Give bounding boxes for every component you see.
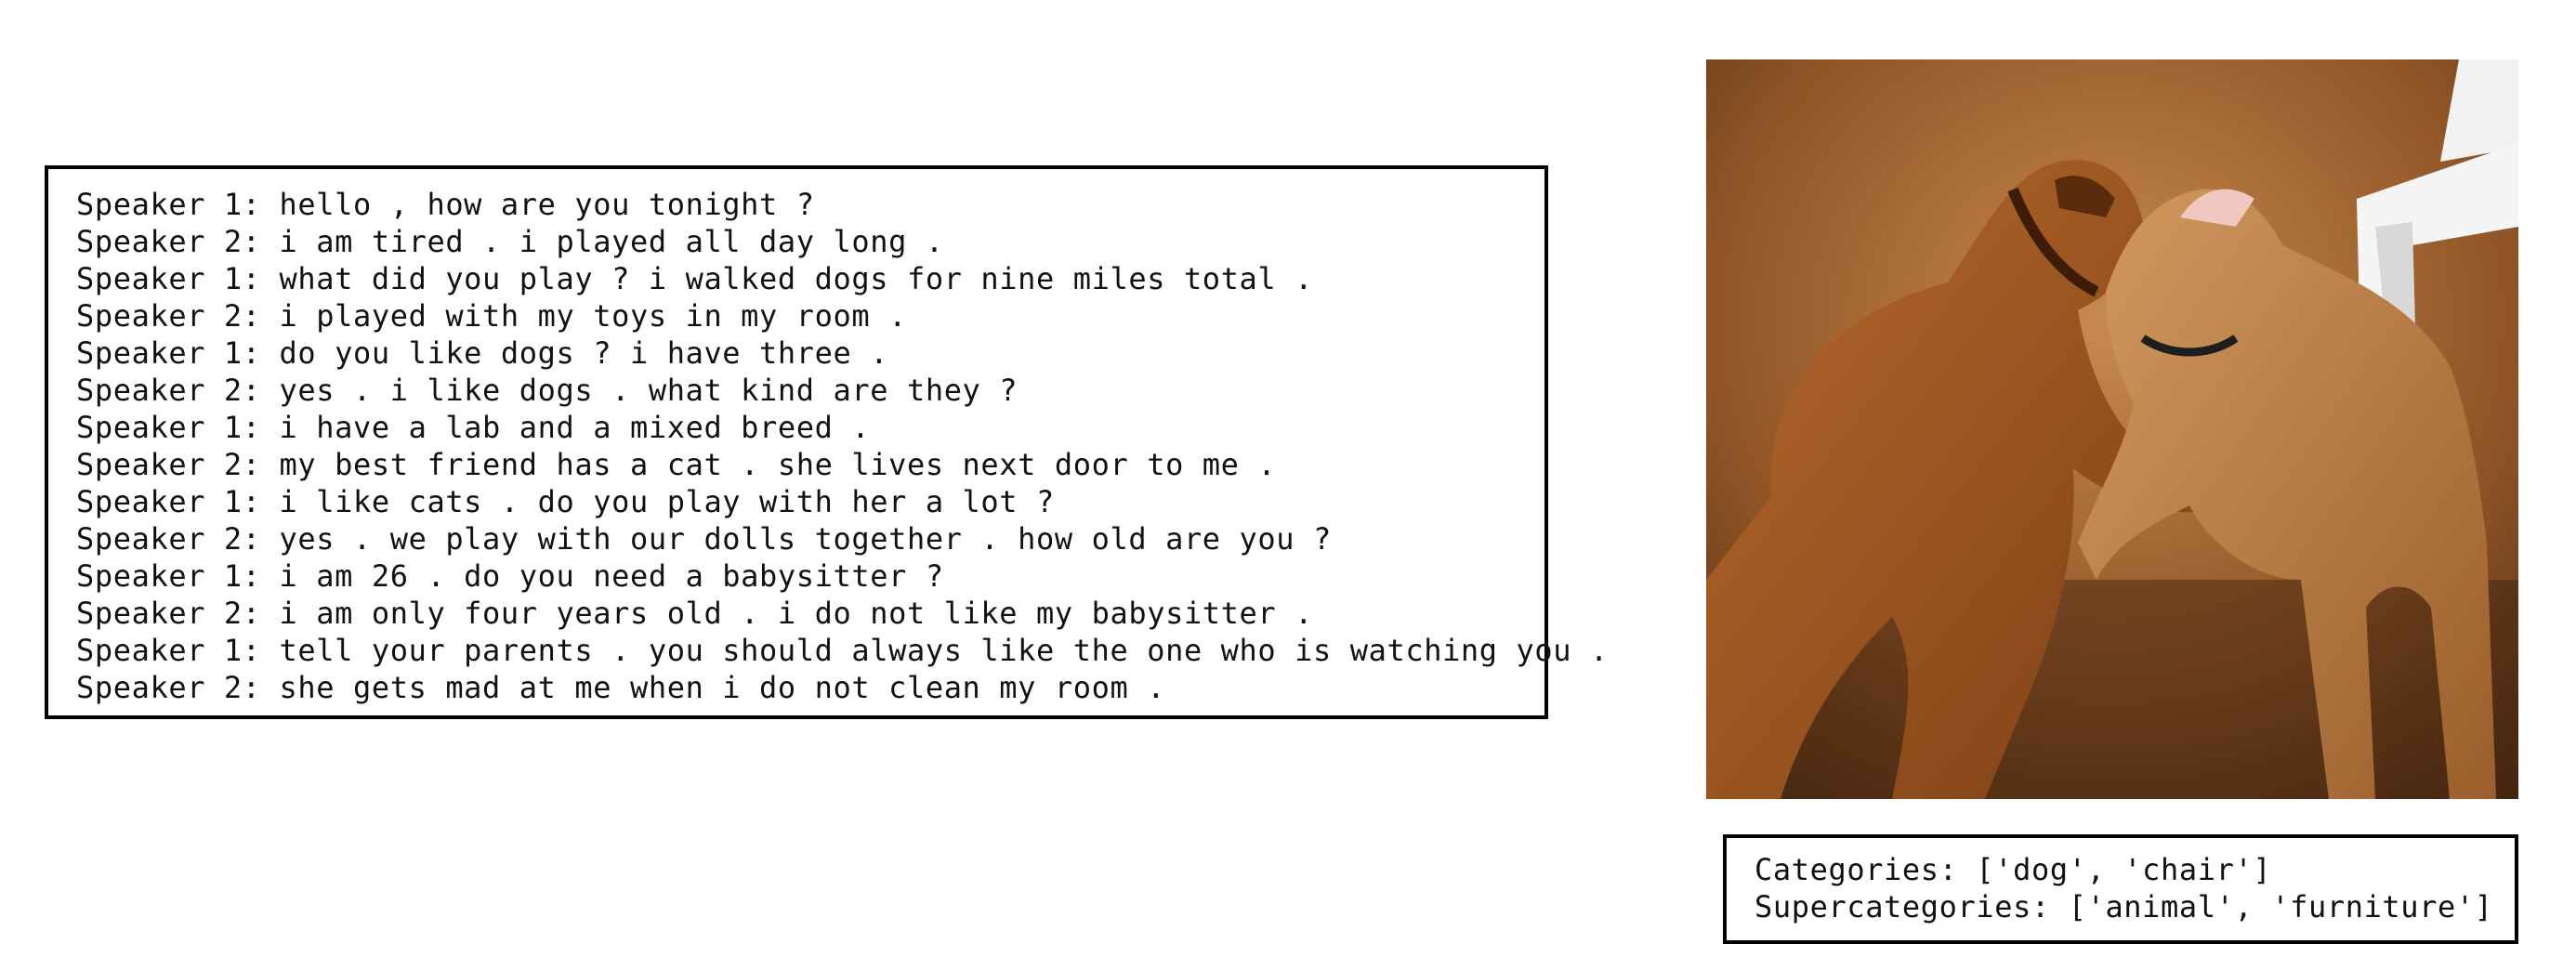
dialogue-box: Speaker 1: hello , how are you tonight ?…: [45, 165, 1608, 719]
utterance-text: i have a lab and a mixed breed .: [279, 410, 871, 445]
utterance-text: my best friend has a cat . she lives nex…: [279, 447, 1277, 482]
dialogue-line: Speaker 2: she gets mad at me when i do …: [76, 669, 1544, 706]
utterance-text: i played with my toys in my room .: [279, 298, 907, 334]
utterance-text: i am only four years old . i do not like…: [279, 596, 1314, 631]
utterance-text: tell your parents . you should always li…: [279, 633, 1609, 668]
dialogue-line: Speaker 1: hello , how are you tonight ?: [76, 186, 1544, 223]
dialogue-line: Speaker 1: i like cats . do you play wit…: [76, 483, 1544, 520]
dialogue-line: Speaker 1: i am 26 . do you need a babys…: [76, 557, 1544, 595]
dialogue-line: Speaker 2: my best friend has a cat . sh…: [76, 446, 1544, 483]
speaker-label: Speaker 2:: [76, 447, 261, 482]
utterance-text: do you like dogs ? i have three .: [279, 335, 889, 371]
speaker-label: Speaker 1:: [76, 187, 261, 222]
speaker-label: Speaker 1:: [76, 335, 261, 371]
utterance-text: i am 26 . do you need a babysitter ?: [279, 558, 944, 594]
utterance-text: i am tired . i played all day long .: [279, 224, 944, 259]
dialogue-line: Speaker 2: yes . i like dogs . what kind…: [76, 372, 1544, 409]
dialogue-line: Speaker 1: what did you play ? i walked …: [76, 260, 1544, 297]
utterance-text: she gets mad at me when i do not clean m…: [279, 670, 1166, 705]
speaker-label: Speaker 2:: [76, 298, 261, 334]
dog-photo: [1706, 59, 2518, 799]
utterance-text: i like cats . do you play with her a lot…: [279, 484, 1055, 519]
categories-box: Categories: ['dog', 'chair'] Supercatego…: [1723, 834, 2518, 944]
dialogue-line: Speaker 1: tell your parents . you shoul…: [76, 632, 1608, 669]
dialogue-line: Speaker 1: i have a lab and a mixed bree…: [76, 409, 1544, 446]
speaker-label: Speaker 1:: [76, 633, 261, 668]
dog-photo-illustration: [1706, 59, 2518, 799]
speaker-label: Speaker 1:: [76, 484, 261, 519]
speaker-label: Speaker 2:: [76, 670, 261, 705]
dialogue-line: Speaker 1: do you like dogs ? i have thr…: [76, 334, 1544, 372]
dialogue-line: Speaker 2: i am only four years old . i …: [76, 595, 1544, 632]
utterance-text: hello , how are you tonight ?: [279, 187, 815, 222]
utterance-text: what did you play ? i walked dogs for ni…: [279, 261, 1314, 296]
dialogue-line: Speaker 2: i played with my toys in my r…: [76, 297, 1544, 334]
speaker-label: Speaker 2:: [76, 596, 261, 631]
speaker-label: Speaker 1:: [76, 261, 261, 296]
speaker-label: Speaker 2:: [76, 373, 261, 408]
speaker-label: Speaker 2:: [76, 224, 261, 259]
utterance-text: yes . we play with our dolls together . …: [279, 521, 1332, 557]
supercategories-line: Supercategories: ['animal', 'furniture']: [1755, 889, 2493, 924]
utterance-text: yes . i like dogs . what kind are they ?: [279, 373, 1019, 408]
dialogue-line: Speaker 2: i am tired . i played all day…: [76, 223, 1544, 260]
speaker-label: Speaker 1:: [76, 558, 261, 594]
speaker-label: Speaker 2:: [76, 521, 261, 557]
speaker-label: Speaker 1:: [76, 410, 261, 445]
categories-line: Categories: ['dog', 'chair']: [1755, 852, 2272, 887]
dialogue-line: Speaker 2: yes . we play with our dolls …: [76, 520, 1544, 557]
